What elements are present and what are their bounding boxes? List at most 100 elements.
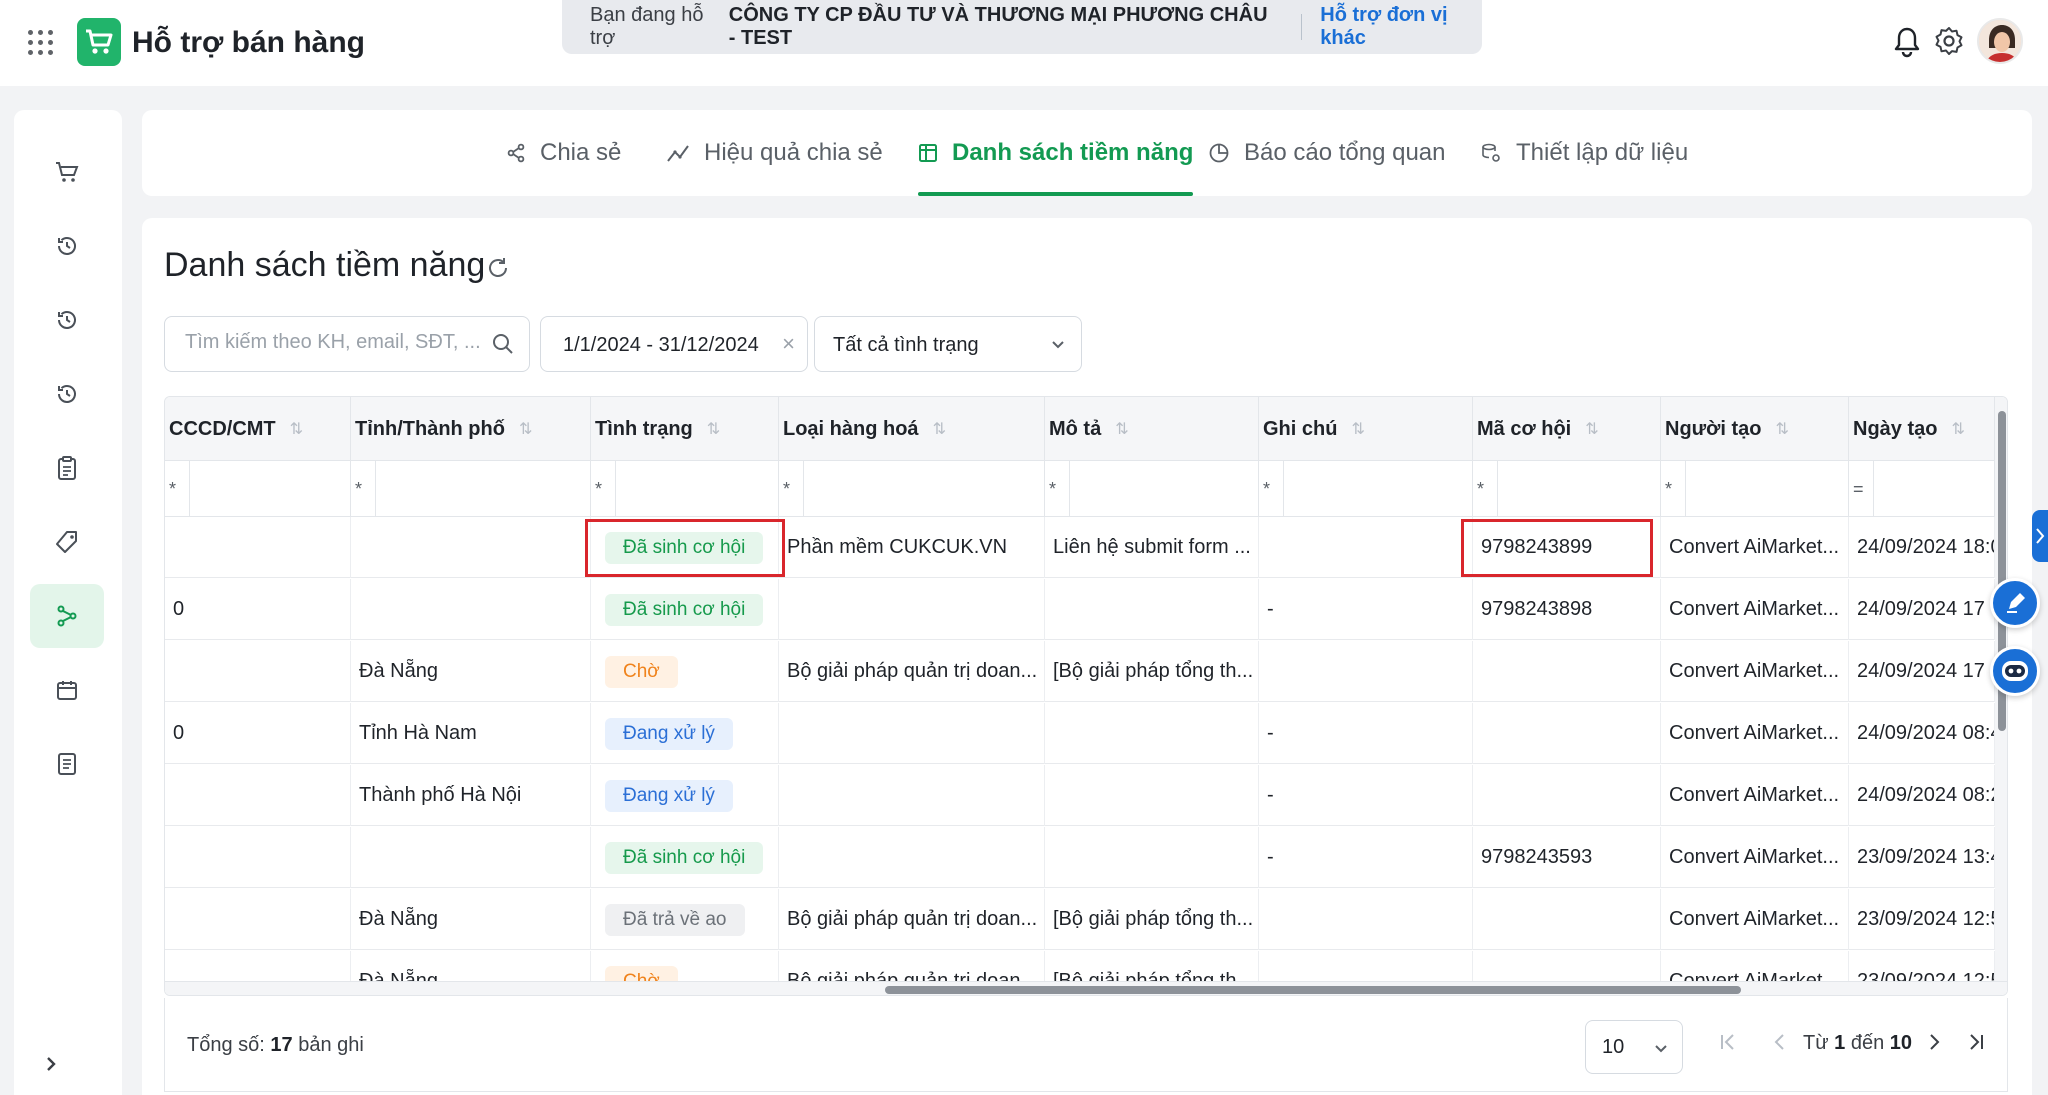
status-select[interactable]: Tất cả tình trạng: [814, 316, 1082, 372]
header-col-note[interactable]: Ghi chú ⇅: [1259, 397, 1473, 461]
assistant-pen-icon[interactable]: [1990, 578, 2040, 628]
sidebar-item-calendar[interactable]: [30, 658, 104, 722]
page-title: Danh sách tiềm năng: [164, 246, 486, 284]
filter-col-city[interactable]: *: [351, 461, 591, 517]
sort-icon[interactable]: ⇅: [1585, 419, 1598, 439]
sidebar-item-share[interactable]: [30, 584, 104, 648]
prev-page-icon[interactable]: [1769, 1031, 1791, 1058]
cell-cccd: 0: [165, 579, 351, 640]
page-size-select[interactable]: 10: [1585, 1020, 1683, 1074]
table-row[interactable]: Đã sinh cơ hội Phần mềm CUKCUK.VN Liên hệ …: [165, 517, 2007, 578]
cell-city: [351, 827, 591, 888]
filter-col-creator[interactable]: *: [1661, 461, 1849, 517]
filter-col-cccd[interactable]: *: [165, 461, 351, 517]
cell-product: [779, 827, 1045, 888]
table-row[interactable]: Đà Nẵng Đã trả về ao Bộ giải pháp quản trị…: [165, 889, 2007, 950]
sidebar-item-history-2[interactable]: [30, 288, 104, 352]
filter-col-desc[interactable]: *: [1045, 461, 1259, 517]
total-label: Tổng số:: [187, 1034, 265, 1056]
cell-date: 24/09/2024 08:2: [1849, 765, 1995, 826]
sidebar-expand-icon[interactable]: [42, 1054, 60, 1079]
sidebar-item-history-3[interactable]: [30, 362, 104, 426]
clear-icon[interactable]: ×: [782, 331, 795, 357]
filter-col-status[interactable]: *: [591, 461, 779, 517]
header-col-product[interactable]: Loại hàng hoá ⇅: [779, 397, 1045, 461]
notification-bell-icon[interactable]: [1893, 26, 1921, 63]
app-grid-icon[interactable]: [28, 30, 54, 56]
header-col-code[interactable]: Mã cơ hội ⇅: [1473, 397, 1661, 461]
divider: [1873, 461, 1874, 517]
history-icon: [58, 385, 76, 403]
sidebar-item-report[interactable]: [30, 732, 104, 796]
cell-date: 23/09/2024 12:5: [1849, 889, 1995, 950]
scroll-thumb[interactable]: [885, 986, 1741, 994]
cell-cccd: [165, 889, 351, 950]
sidebar-item-clipboard[interactable]: [30, 436, 104, 500]
page-size-value: 10: [1602, 1036, 1625, 1058]
cell-city: [351, 517, 591, 578]
pie-chart-icon: [1209, 143, 1229, 163]
table-row[interactable]: 0 Đã sinh cơ hội -9798243898 Convert AiMark…: [165, 579, 2007, 640]
support-banner: Bạn đang hỗ trợ CÔNG TY CP ĐẦU TƯ VÀ THƯ…: [562, 0, 1482, 54]
sort-icon[interactable]: ⇅: [1775, 419, 1788, 439]
header-col-city[interactable]: Tỉnh/Thành phố ⇅: [351, 397, 591, 461]
search-input[interactable]: [185, 331, 485, 354]
sort-icon[interactable]: ⇅: [290, 419, 303, 439]
header-col-status[interactable]: Tình trạng ⇅: [591, 397, 779, 461]
filter-col-code[interactable]: *: [1473, 461, 1661, 517]
status-badge: Đã sinh cơ hội: [605, 593, 764, 626]
header-label: Tình trạng: [595, 417, 693, 440]
cell-code: [1473, 889, 1661, 950]
sort-icon[interactable]: ⇅: [1351, 419, 1364, 439]
table-row[interactable]: Đà Nẵng Chờ Bộ giải pháp quản trị doan...[…: [165, 641, 2007, 702]
header-col-date[interactable]: Ngày tạo ⇅: [1849, 397, 1995, 461]
gear-icon[interactable]: [1934, 26, 1964, 61]
search-field[interactable]: [164, 316, 530, 372]
cell-product: Phần mềm CUKCUK.VN: [779, 517, 1045, 578]
search-icon[interactable]: [491, 332, 515, 361]
sort-icon[interactable]: ⇅: [707, 419, 720, 439]
refresh-icon[interactable]: [486, 256, 510, 285]
cell-note: -: [1259, 765, 1473, 826]
cell-city: [351, 579, 591, 640]
table-row[interactable]: Thành phố Hà Nội Đang xử lý - Convert AiMar…: [165, 765, 2007, 826]
switch-unit-link[interactable]: Hỗ trợ đơn vị khác: [1320, 4, 1482, 50]
sort-icon[interactable]: ⇅: [933, 419, 946, 439]
header-label: Mã cơ hội: [1477, 417, 1572, 440]
header-col-creator[interactable]: Người tạo ⇅: [1661, 397, 1849, 461]
header-col-cccd[interactable]: CCCD/CMT ⇅: [165, 397, 351, 461]
table-row[interactable]: Đã sinh cơ hội -9798243593 Convert AiMarke…: [165, 827, 2007, 888]
tab-share[interactable]: Chia sẻ: [506, 110, 621, 196]
support-prefix: Bạn đang hỗ trợ: [590, 4, 704, 49]
next-page-icon[interactable]: [1923, 1031, 1945, 1058]
sort-icon[interactable]: ⇅: [1951, 419, 1964, 439]
tab-overview-report[interactable]: Báo cáo tổng quan: [1208, 110, 1446, 196]
tab-potential-list[interactable]: Danh sách tiềm năng: [918, 110, 1194, 196]
tab-share-performance[interactable]: Hiệu quả chia sẻ: [666, 110, 883, 196]
tab-data-settings[interactable]: Thiết lập dữ liệu: [1480, 110, 1688, 196]
first-page-icon[interactable]: [1717, 1031, 1739, 1058]
table-header: CCCD/CMT ⇅ Tỉnh/Thành phố ⇅ Tình trạng ⇅ Loại …: [165, 397, 2007, 461]
cell-note: [1259, 517, 1473, 578]
sort-icon[interactable]: ⇅: [1115, 419, 1128, 439]
sort-icon[interactable]: ⇅: [519, 419, 532, 439]
header-label: CCCD/CMT: [169, 417, 276, 440]
status-badge: Đang xử lý: [605, 779, 733, 812]
chatbot-icon[interactable]: [1990, 646, 2040, 696]
filter-col-date[interactable]: =: [1849, 461, 1995, 517]
sidebar-item-history-1[interactable]: [30, 214, 104, 278]
cell-note: -: [1259, 827, 1473, 888]
table-row[interactable]: 0 Tỉnh Hà Nam Đang xử lý - Convert AiMarket.…: [165, 703, 2007, 764]
horizontal-scrollbar[interactable]: [165, 981, 2007, 995]
filter-col-note[interactable]: *: [1259, 461, 1473, 517]
side-panel-toggle[interactable]: [2032, 510, 2048, 562]
filter-col-product[interactable]: *: [779, 461, 1045, 517]
last-page-icon[interactable]: [1965, 1031, 1987, 1058]
sidebar-item-tag[interactable]: [30, 510, 104, 574]
cell-creator: Convert AiMarket...: [1661, 579, 1849, 640]
header-col-desc[interactable]: Mô tả ⇅: [1045, 397, 1259, 461]
avatar[interactable]: [1977, 18, 2023, 64]
sidebar-item-cart[interactable]: [30, 140, 104, 204]
date-range-picker[interactable]: 1/1/2024 - 31/12/2024 ×: [540, 316, 808, 372]
cell-status: Đang xử lý: [591, 765, 779, 826]
